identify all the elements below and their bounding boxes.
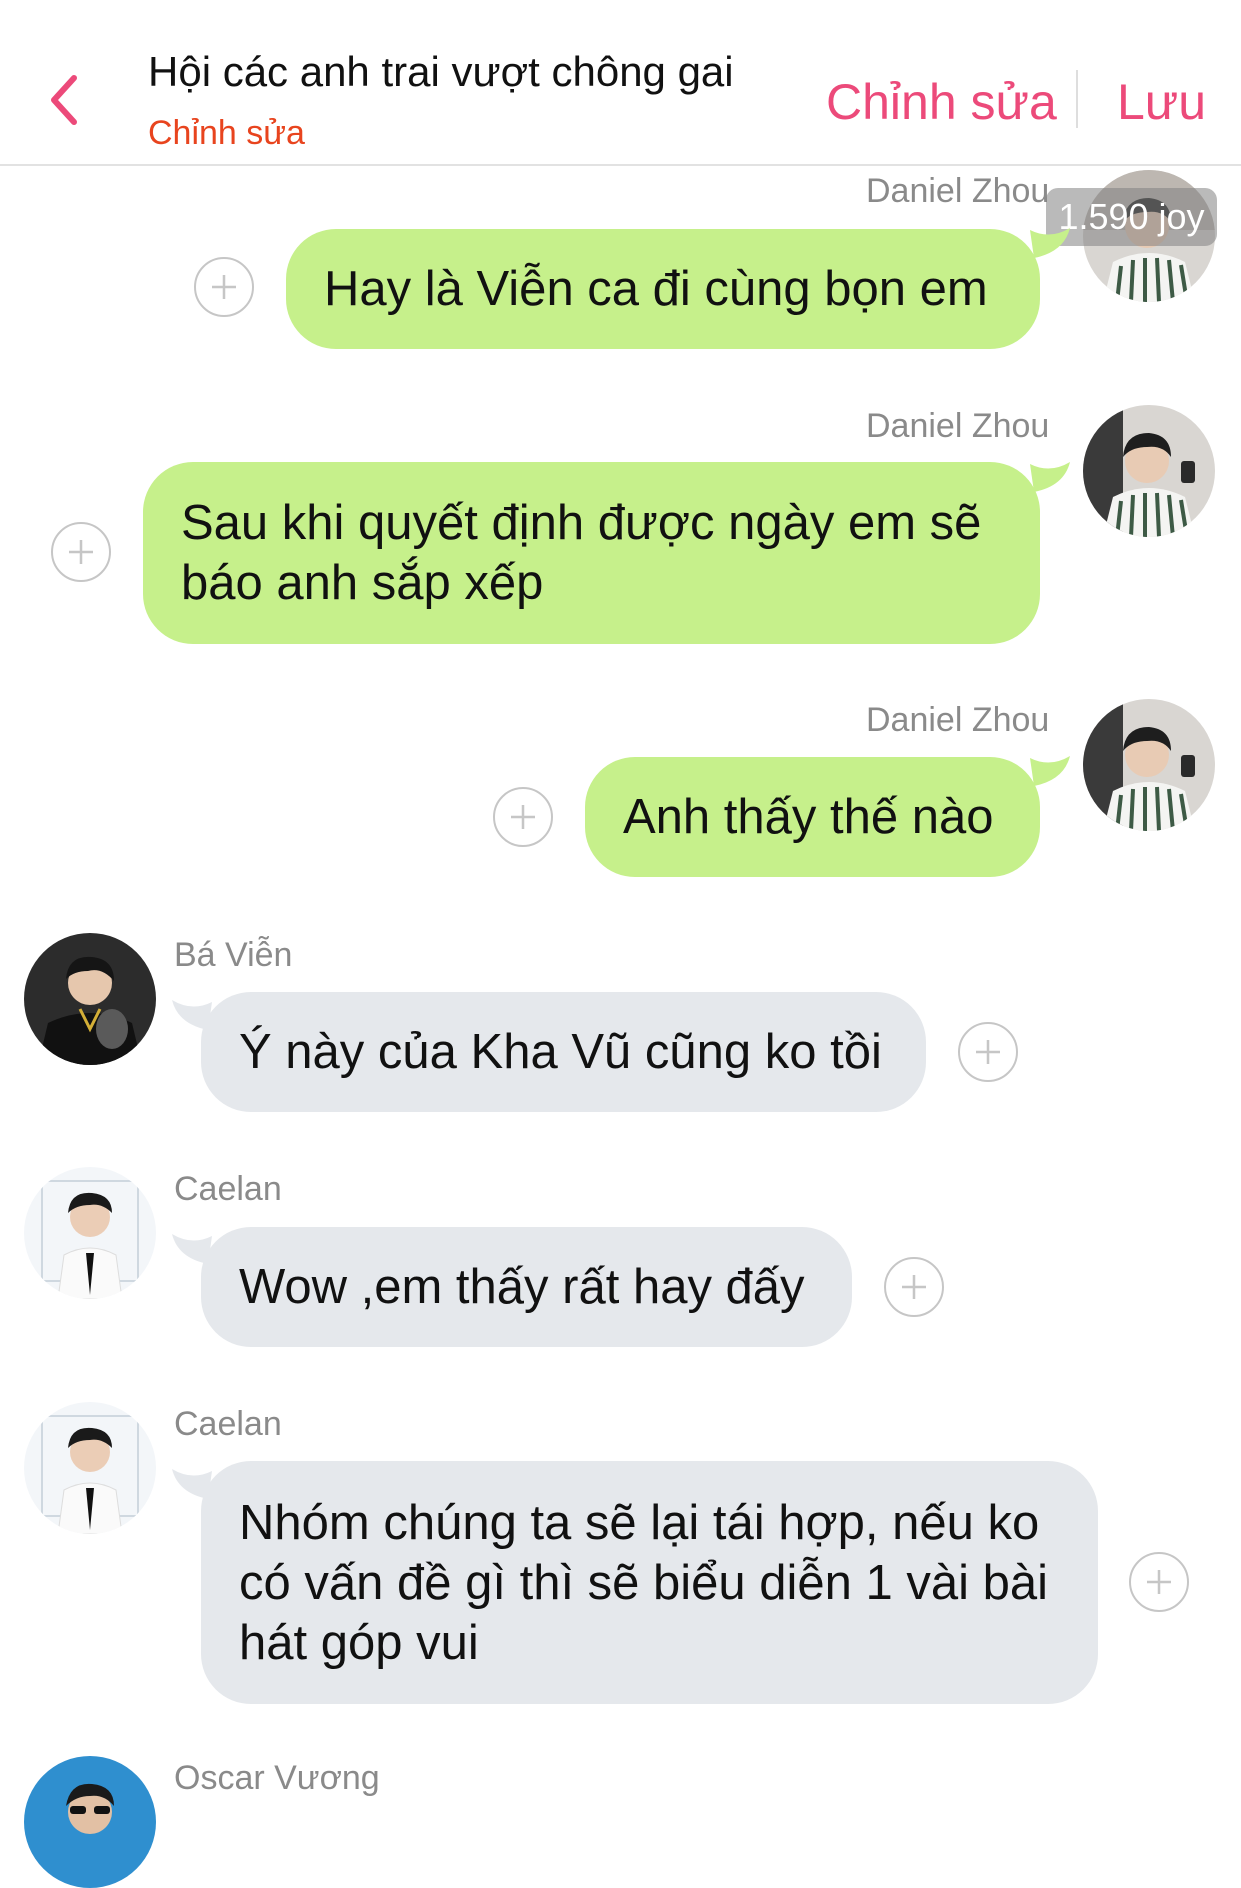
- message-text: Nhóm chúng ta sẽ lại tái hợp, nếu ko có …: [239, 1495, 1049, 1670]
- message-bubble[interactable]: Hay là Viễn ca đi cùng bọn em: [286, 229, 1040, 349]
- message-sender: Daniel Zhou: [866, 407, 1050, 445]
- message-sender: Caelan: [174, 1405, 282, 1443]
- message-sender: Daniel Zhou: [866, 172, 1050, 210]
- back-button[interactable]: [38, 62, 94, 138]
- add-reaction-button[interactable]: [958, 1022, 1018, 1082]
- bubble-tail: [1030, 462, 1070, 492]
- message-text: Hay là Viễn ca đi cùng bọn em: [324, 262, 988, 316]
- plus-icon: [69, 540, 93, 564]
- message-bubble[interactable]: Anh thấy thế nào: [585, 757, 1040, 877]
- add-reaction-button[interactable]: [194, 257, 254, 317]
- message-sender: Daniel Zhou: [866, 701, 1050, 739]
- message-sender: Bá Viễn: [174, 936, 293, 974]
- message-bubble[interactable]: Wow ,em thấy rất hay đấy: [201, 1227, 852, 1347]
- avatar[interactable]: [24, 1167, 156, 1299]
- plus-icon: [902, 1275, 926, 1299]
- avatar[interactable]: [1083, 405, 1215, 537]
- avatar[interactable]: [24, 933, 156, 1065]
- plus-icon: [212, 275, 236, 299]
- chevron-left-icon: [51, 75, 77, 125]
- message-bubble[interactable]: Nhóm chúng ta sẽ lại tái hợp, nếu ko có …: [201, 1461, 1098, 1704]
- message-sender: Caelan: [174, 1170, 282, 1208]
- chat-title: Hội các anh trai vượt chông gai: [148, 48, 734, 95]
- joy-badge: 1.590 joy: [1046, 188, 1217, 246]
- edit-button[interactable]: Chỉnh sửa: [826, 73, 1057, 131]
- plus-icon: [976, 1040, 1000, 1064]
- add-reaction-button[interactable]: [884, 1257, 944, 1317]
- message-text: Anh thấy thế nào: [623, 790, 994, 844]
- avatar[interactable]: [1083, 699, 1215, 831]
- save-button[interactable]: Lưu: [1117, 73, 1206, 131]
- add-reaction-button[interactable]: [1129, 1552, 1189, 1612]
- header-divider: [1076, 70, 1078, 128]
- chat-header: Hội các anh trai vượt chông gai Chỉnh sử…: [0, 0, 1241, 166]
- chat-subtitle: Chỉnh sửa: [148, 114, 305, 152]
- plus-icon: [1147, 1570, 1171, 1594]
- add-reaction-button[interactable]: [493, 787, 553, 847]
- message-sender: Oscar Vương: [174, 1759, 380, 1797]
- message-bubble[interactable]: Sau khi quyết định được ngày em sẽ báo a…: [143, 462, 1040, 644]
- avatar[interactable]: [24, 1756, 156, 1888]
- add-reaction-button[interactable]: [51, 522, 111, 582]
- message-text: Sau khi quyết định được ngày em sẽ báo a…: [181, 496, 982, 610]
- message-text: Ý này của Kha Vũ cũng ko tồi: [239, 1025, 882, 1079]
- message-bubble[interactable]: Ý này của Kha Vũ cũng ko tồi: [201, 992, 926, 1112]
- avatar[interactable]: [24, 1402, 156, 1534]
- bubble-tail: [1030, 228, 1070, 258]
- message-text: Wow ,em thấy rất hay đấy: [239, 1260, 805, 1314]
- plus-icon: [511, 805, 535, 829]
- bubble-tail: [1030, 756, 1070, 786]
